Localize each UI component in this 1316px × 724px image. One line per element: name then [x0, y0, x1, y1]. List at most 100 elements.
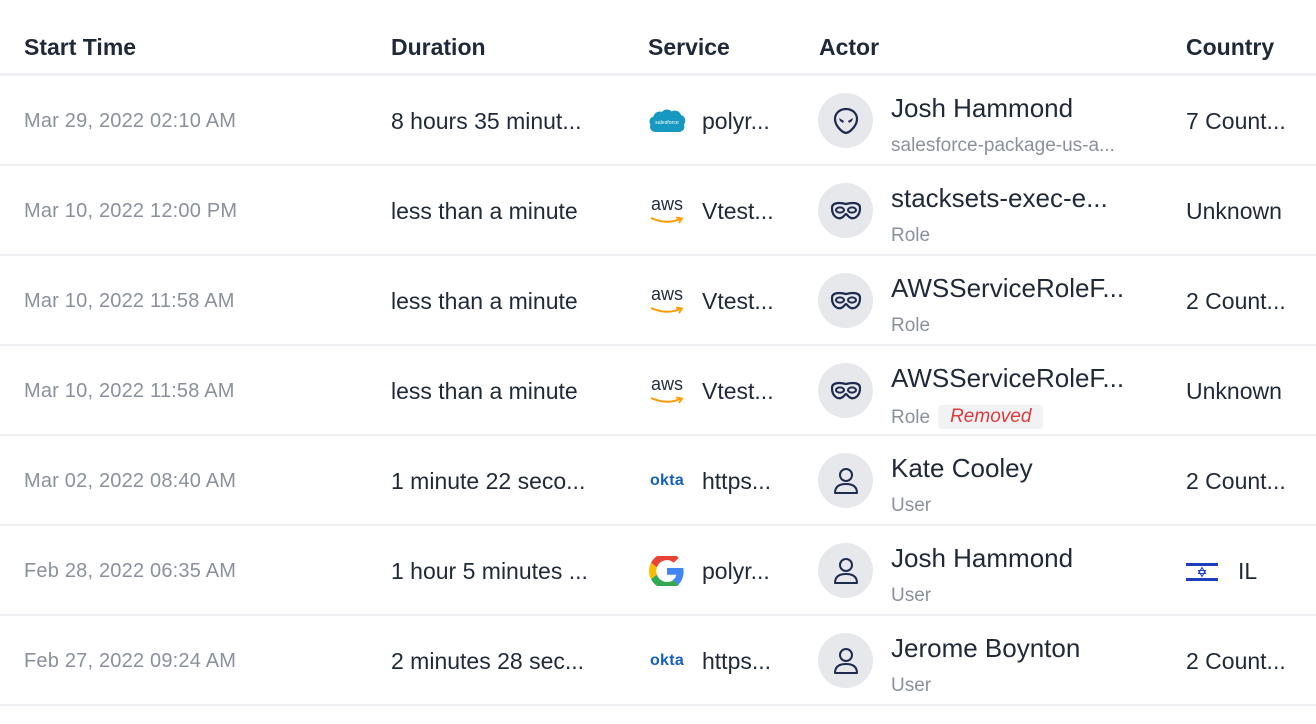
start-time-cell: Mar 10, 2022 12:00 PM	[24, 200, 238, 222]
column-header-start-time[interactable]: Start Time	[24, 34, 136, 61]
aws-logo-text: aws	[650, 286, 683, 304]
user-icon	[833, 647, 858, 674]
duration-cell: less than a minute	[391, 378, 578, 404]
duration-cell: less than a minute	[391, 288, 578, 314]
aws-smile-icon	[650, 396, 684, 404]
table-body: Mar 29, 2022 02:10 AM 8 hours 35 minut..…	[0, 76, 1316, 706]
country-label: Unknown	[1186, 198, 1282, 224]
aws-logo-icon: aws	[649, 196, 685, 225]
start-time-cell: Mar 02, 2022 08:40 AM	[24, 470, 237, 492]
okta-logo-icon: okta	[649, 472, 685, 489]
actor-name[interactable]: AWSServiceRoleF...	[891, 363, 1146, 394]
column-header-service[interactable]: Service	[648, 34, 730, 61]
country-label: Unknown	[1186, 378, 1282, 404]
actor-type: salesforce-package-us-a...	[891, 135, 1115, 156]
mask-icon	[830, 291, 861, 309]
actor-subtitle: salesforce-package-us-a...	[891, 135, 1115, 157]
start-time-cell: Mar 10, 2022 11:58 AM	[24, 290, 235, 312]
actor-name[interactable]: Josh Hammond	[891, 93, 1146, 124]
actor-type: Role	[891, 225, 931, 246]
table-header: Start Time Duration Service Actor Countr…	[0, 0, 1316, 76]
actor-subtitle: Role Removed	[891, 405, 1044, 429]
salesforce-logo-icon: salesforce	[649, 109, 686, 133]
country-label: 2 Count...	[1186, 288, 1286, 314]
country-label: IL	[1238, 558, 1258, 584]
okta-logo-icon: okta	[649, 652, 685, 669]
start-time-cell: Mar 29, 2022 02:10 AM	[24, 110, 237, 132]
start-time-cell: Feb 27, 2022 09:24 AM	[24, 650, 237, 672]
actor-subtitle: User	[891, 585, 931, 607]
service-logo: salesforce	[647, 106, 687, 136]
actor-avatar	[818, 273, 873, 328]
country-label: 2 Count...	[1186, 648, 1286, 674]
actor-name[interactable]: stacksets-exec-e...	[891, 183, 1146, 214]
service-name[interactable]: Vtest...	[702, 378, 782, 405]
service-logo: okta	[647, 646, 687, 676]
duration-cell: 2 minutes 28 sec...	[391, 648, 585, 674]
mask-icon	[830, 381, 861, 399]
service-name[interactable]: https...	[702, 468, 782, 495]
start-time-cell: Mar 10, 2022 11:58 AM	[24, 380, 235, 402]
actor-name[interactable]: AWSServiceRoleF...	[891, 273, 1146, 304]
actor-type: Role	[891, 407, 931, 428]
user-icon	[833, 557, 858, 584]
duration-cell: less than a minute	[391, 198, 578, 224]
actor-type: User	[891, 585, 932, 606]
aws-smile-icon	[650, 306, 684, 314]
column-header-actor[interactable]: Actor	[819, 34, 879, 61]
actor-avatar	[818, 453, 873, 508]
country-cell: IL	[1186, 558, 1296, 585]
salesforce-logo-text: salesforce	[655, 120, 679, 126]
user-icon	[833, 467, 858, 494]
table-row[interactable]: Mar 10, 2022 12:00 PM less than a minute…	[0, 166, 1316, 256]
duration-cell: 1 minute 22 seco...	[391, 468, 586, 494]
actor-avatar	[818, 183, 873, 238]
service-logo	[647, 556, 687, 586]
actor-avatar	[818, 633, 873, 688]
service-name[interactable]: https...	[702, 648, 782, 675]
mask-icon	[830, 201, 861, 219]
column-header-duration[interactable]: Duration	[391, 34, 486, 61]
table-row[interactable]: Mar 10, 2022 11:58 AM less than a minute…	[0, 346, 1316, 436]
table-row[interactable]: Feb 28, 2022 06:35 AM 1 hour 5 minutes .…	[0, 526, 1316, 616]
google-logo-icon	[649, 556, 684, 586]
duration-cell: 1 hour 5 minutes ...	[391, 558, 588, 584]
service-name[interactable]: polyr...	[702, 108, 782, 135]
service-logo: aws	[647, 376, 687, 406]
actor-name[interactable]: Jerome Boynton	[891, 633, 1146, 664]
sessions-table: Start Time Duration Service Actor Countr…	[0, 0, 1316, 706]
aws-logo-icon: aws	[649, 376, 685, 405]
service-name[interactable]: polyr...	[702, 558, 782, 585]
aws-logo-text: aws	[650, 376, 683, 394]
country-cell: 2 Count...	[1186, 288, 1296, 315]
country-cell: Unknown	[1186, 378, 1296, 405]
column-header-country[interactable]: Country	[1186, 34, 1274, 61]
actor-subtitle: Role	[891, 225, 930, 247]
actor-subtitle: Role	[891, 315, 930, 337]
israel-flag-icon	[1186, 560, 1218, 583]
aws-logo-icon: aws	[649, 286, 685, 315]
actor-avatar	[818, 93, 873, 148]
country-label: 2 Count...	[1186, 468, 1286, 494]
duration-cell: 8 hours 35 minut...	[391, 108, 582, 134]
actor-name[interactable]: Josh Hammond	[891, 543, 1146, 574]
aws-logo-text: aws	[650, 196, 683, 214]
start-time-cell: Feb 28, 2022 06:35 AM	[24, 560, 237, 582]
table-row[interactable]: Mar 02, 2022 08:40 AM 1 minute 22 seco..…	[0, 436, 1316, 526]
service-name[interactable]: Vtest...	[702, 198, 782, 225]
actor-type: User	[891, 675, 932, 696]
table-row[interactable]: Mar 29, 2022 02:10 AM 8 hours 35 minut..…	[0, 76, 1316, 166]
table-row[interactable]: Feb 27, 2022 09:24 AM 2 minutes 28 sec..…	[0, 616, 1316, 706]
actor-subtitle: User	[891, 675, 931, 697]
actor-avatar	[818, 363, 873, 418]
actor-name[interactable]: Kate Cooley	[891, 453, 1146, 484]
country-label: 7 Count...	[1186, 108, 1286, 134]
service-name[interactable]: Vtest...	[702, 288, 782, 315]
country-cell: Unknown	[1186, 198, 1296, 225]
country-cell: 2 Count...	[1186, 648, 1296, 675]
service-logo: aws	[647, 286, 687, 316]
table-row[interactable]: Mar 10, 2022 11:58 AM less than a minute…	[0, 256, 1316, 346]
removed-badge: Removed	[938, 405, 1044, 429]
country-cell: 2 Count...	[1186, 468, 1296, 495]
service-logo: okta	[647, 466, 687, 496]
